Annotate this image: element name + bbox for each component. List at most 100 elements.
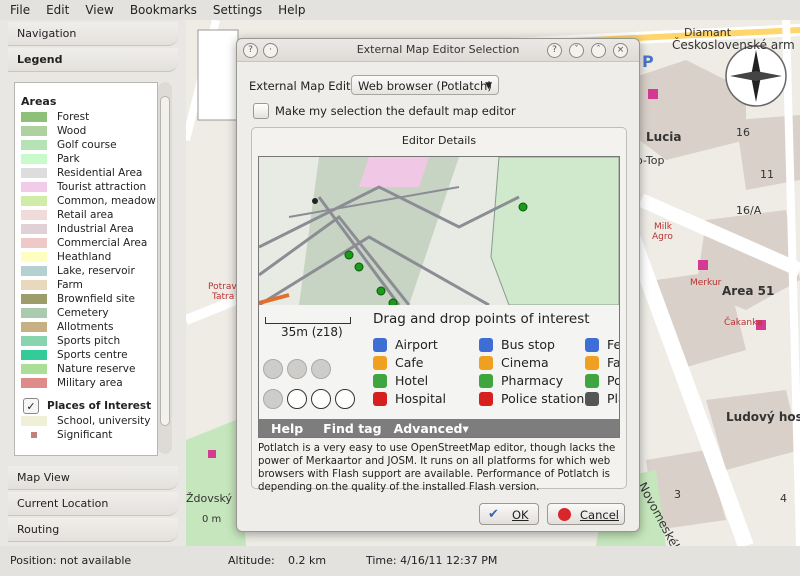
legend-swatch <box>21 378 47 388</box>
legend-item: Significant <box>15 428 157 442</box>
tool-icon[interactable] <box>287 359 307 379</box>
poi-checkbox[interactable]: ✓ <box>23 398 39 414</box>
poi-item[interactable]: Bus stop <box>479 337 555 352</box>
section-routing[interactable]: Routing <box>8 518 178 542</box>
legend-swatch <box>31 432 37 438</box>
legend-item-label: Golf course <box>57 139 117 151</box>
scale-bar <box>265 317 351 324</box>
section-current-location[interactable]: Current Location <box>8 492 178 516</box>
legend-item-label: Sports centre <box>57 349 128 361</box>
drag-drop-title: Drag and drop points of interest <box>373 311 590 327</box>
legend-item-label: Heathland <box>57 251 112 263</box>
editor-combobox[interactable]: Web browser (Potlatch) ▼ <box>351 75 499 95</box>
poi-label: Fe <box>607 337 620 352</box>
find-tag-link[interactable]: Find tag <box>323 421 381 436</box>
legend-swatch <box>21 224 47 234</box>
legend-swatch <box>21 280 47 290</box>
poi-icon <box>373 373 387 388</box>
poi-icon <box>585 337 599 352</box>
maximize-icon[interactable]: ˆ <box>591 43 606 58</box>
tool-icon[interactable] <box>287 389 307 409</box>
poi-item[interactable]: Pla <box>585 391 619 406</box>
menu-help[interactable]: Help <box>268 3 311 17</box>
legend-item: Wood <box>15 124 157 138</box>
status-altitude-value: 0.2 km <box>288 554 327 567</box>
legend-item-label: School, university <box>57 415 151 427</box>
poi-item[interactable]: Hotel <box>373 373 428 388</box>
external-editor-dialog: ? · External Map Editor Selection ? ˇ ˆ … <box>236 38 640 532</box>
legend-item-label: Common, meadow <box>57 195 156 207</box>
legend-item-label: Lake, reservoir <box>57 265 135 277</box>
checkmark-icon: ✔ <box>488 507 499 522</box>
poi-label: Cafe <box>395 355 424 370</box>
legend-item: Golf course <box>15 138 157 152</box>
legend-item: Brownfield site <box>15 292 157 306</box>
legend-item: School, university <box>15 414 157 428</box>
undo-icon[interactable] <box>263 389 283 409</box>
tool-icon[interactable] <box>311 389 331 409</box>
legend-scrollbar[interactable] <box>158 82 172 454</box>
cancel-button[interactable]: Cancel <box>547 503 625 525</box>
ok-label: OK <box>512 508 529 522</box>
chevron-down-icon: ▼ <box>485 81 492 91</box>
dialog-titlebar: ? · External Map Editor Selection ? ˇ ˆ … <box>237 39 639 62</box>
tool-icon[interactable] <box>263 359 283 379</box>
legend-areas-list: Forest Wood Golf course Park Residential Are… <box>15 110 157 390</box>
poi-item[interactable]: Po <box>585 373 619 388</box>
map-label: Tatra <box>212 292 235 302</box>
menu-settings[interactable]: Settings <box>203 3 268 17</box>
poi-label: Bus stop <box>501 337 555 352</box>
close-icon[interactable]: × <box>613 43 628 58</box>
poi-item[interactable]: Cinema <box>479 355 549 370</box>
tool-icon[interactable] <box>311 359 331 379</box>
section-legend[interactable]: Legend <box>8 48 178 72</box>
minimize-icon[interactable]: ˇ <box>569 43 584 58</box>
poi-item[interactable]: Fa <box>585 355 620 370</box>
legend-scrollbar-thumb[interactable] <box>160 96 170 426</box>
poi-item[interactable]: Pharmacy <box>479 373 563 388</box>
poi-label: Police station <box>501 391 585 406</box>
poi-icon <box>479 355 493 370</box>
legend-item-label: Farm <box>57 279 83 291</box>
context-help-icon[interactable]: ? <box>547 43 562 58</box>
legend-swatch <box>21 238 47 248</box>
ok-button[interactable]: ✔ OK <box>479 503 539 525</box>
legend-item: Cemetery <box>15 306 157 320</box>
menu-edit[interactable]: Edit <box>36 3 75 17</box>
poi-label: Airport <box>395 337 438 352</box>
legend-swatch <box>21 126 47 136</box>
legend-item-label: Commercial Area <box>57 237 148 249</box>
editor-description: Potlatch is a very easy to use OpenStree… <box>258 443 616 493</box>
legend-swatch <box>21 196 47 206</box>
legend-item: Nature reserve <box>15 362 157 376</box>
advanced-link[interactable]: Advanced▾ <box>394 421 469 436</box>
help-link[interactable]: Help <box>271 421 303 436</box>
legend-item: Tourist attraction <box>15 180 157 194</box>
menu-bookmarks[interactable]: Bookmarks <box>120 3 203 17</box>
legend-swatch <box>21 322 47 332</box>
legend-swatch <box>21 182 47 192</box>
map-label: Area 51 <box>722 284 775 298</box>
section-navigation[interactable]: Navigation <box>8 22 178 46</box>
legend-item: Sports pitch <box>15 334 157 348</box>
status-position: Position: not available <box>10 554 132 567</box>
legend-swatch <box>21 210 47 220</box>
legend-areas-header: Areas <box>21 95 57 108</box>
editor-details-title: Editor Details <box>401 134 477 147</box>
menu-view[interactable]: View <box>75 3 119 17</box>
legend-item-label: Cemetery <box>57 307 109 319</box>
map-label: Milk <box>654 222 672 232</box>
menu-file[interactable]: File <box>0 3 36 17</box>
poi-label: Fa <box>607 355 620 370</box>
poi-item[interactable]: Fe <box>585 337 620 352</box>
poi-icon <box>479 391 493 406</box>
poi-item[interactable]: Police station <box>479 391 584 406</box>
tool-icon[interactable] <box>335 389 355 409</box>
poi-item[interactable]: Airport <box>373 337 438 352</box>
poi-item[interactable]: Cafe <box>373 355 423 370</box>
legend-item-label: Brownfield site <box>57 293 135 305</box>
poi-item[interactable]: Hospital <box>373 391 446 406</box>
legend-item: Residential Area <box>15 166 157 180</box>
default-editor-checkbox[interactable] <box>253 103 269 119</box>
section-map-view[interactable]: Map View <box>8 466 178 490</box>
